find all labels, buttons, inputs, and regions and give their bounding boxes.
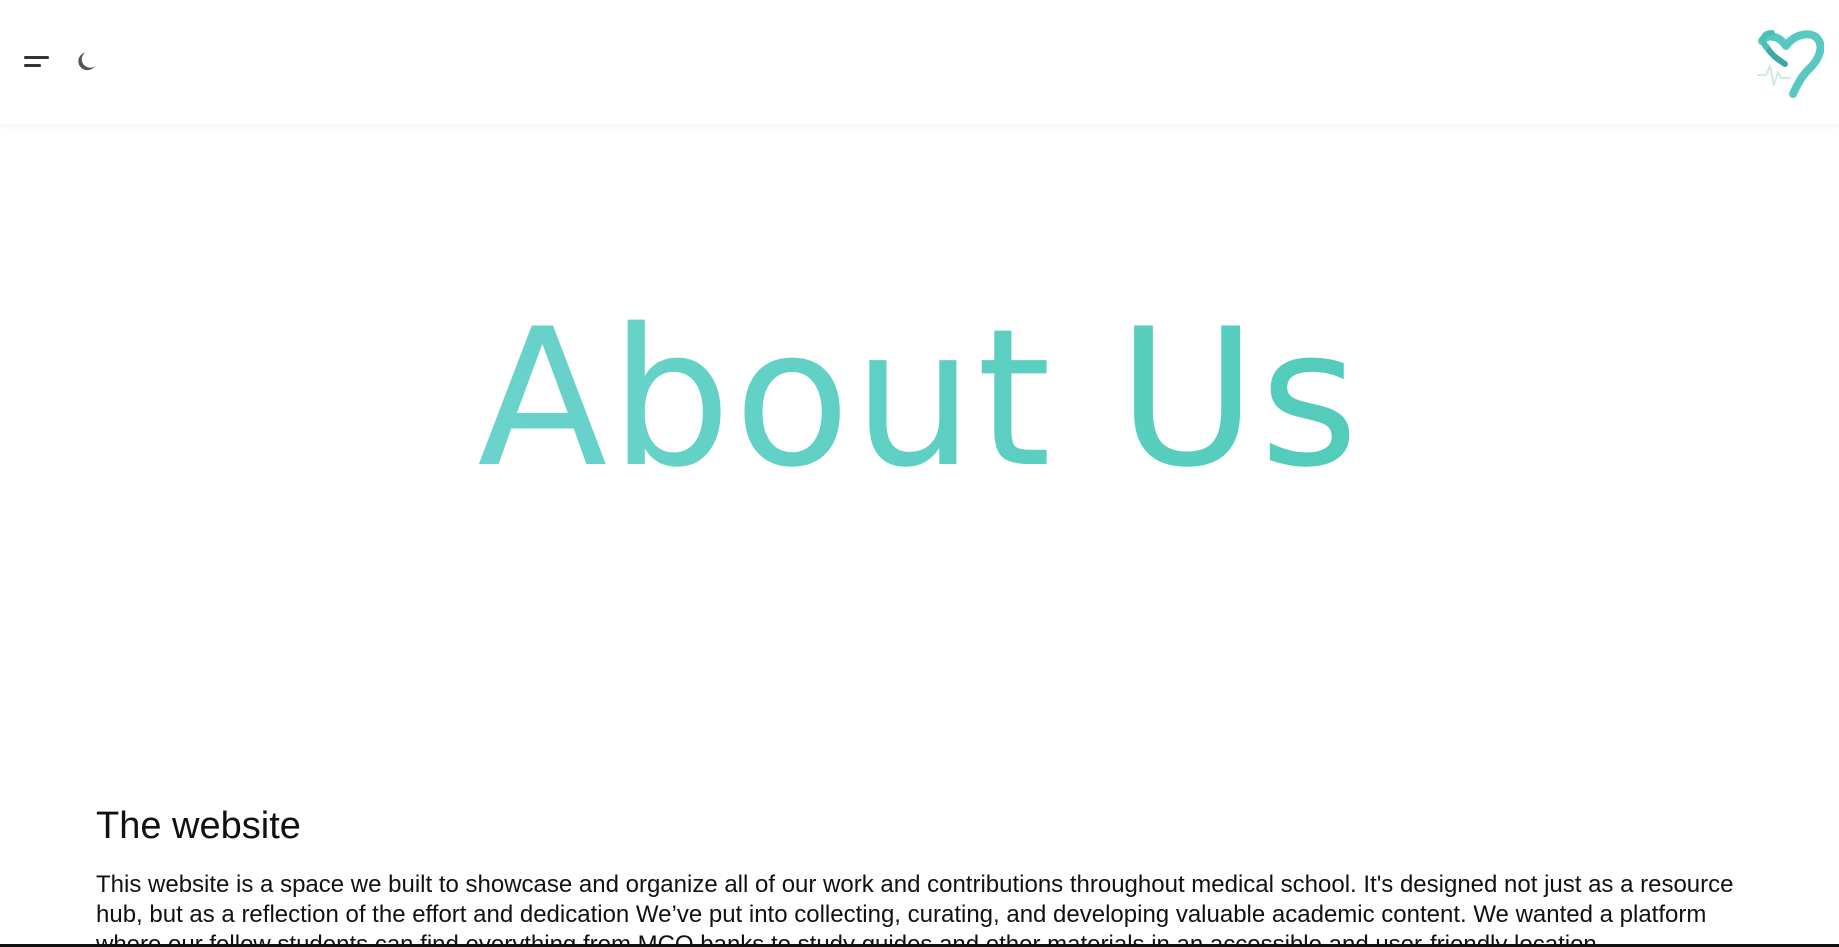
website-section-text: This website is a space we built to show…: [96, 871, 1734, 947]
website-section-title: The website: [96, 805, 301, 847]
hero-title: About Us: [477, 288, 1362, 509]
page: About Us The website This website is a s…: [0, 0, 1839, 947]
hero-section: About Us: [0, 124, 1839, 774]
dark-mode-toggle[interactable]: [72, 46, 104, 78]
heart-heartbeat-logo-icon: [1757, 30, 1825, 98]
menu-button[interactable]: [20, 46, 56, 78]
menu-icon: [24, 56, 49, 67]
site-logo[interactable]: [1754, 28, 1825, 98]
website-section: The website This website is a space we b…: [96, 800, 1776, 947]
top-header: [0, 0, 1839, 124]
moon-icon: [78, 52, 95, 71]
